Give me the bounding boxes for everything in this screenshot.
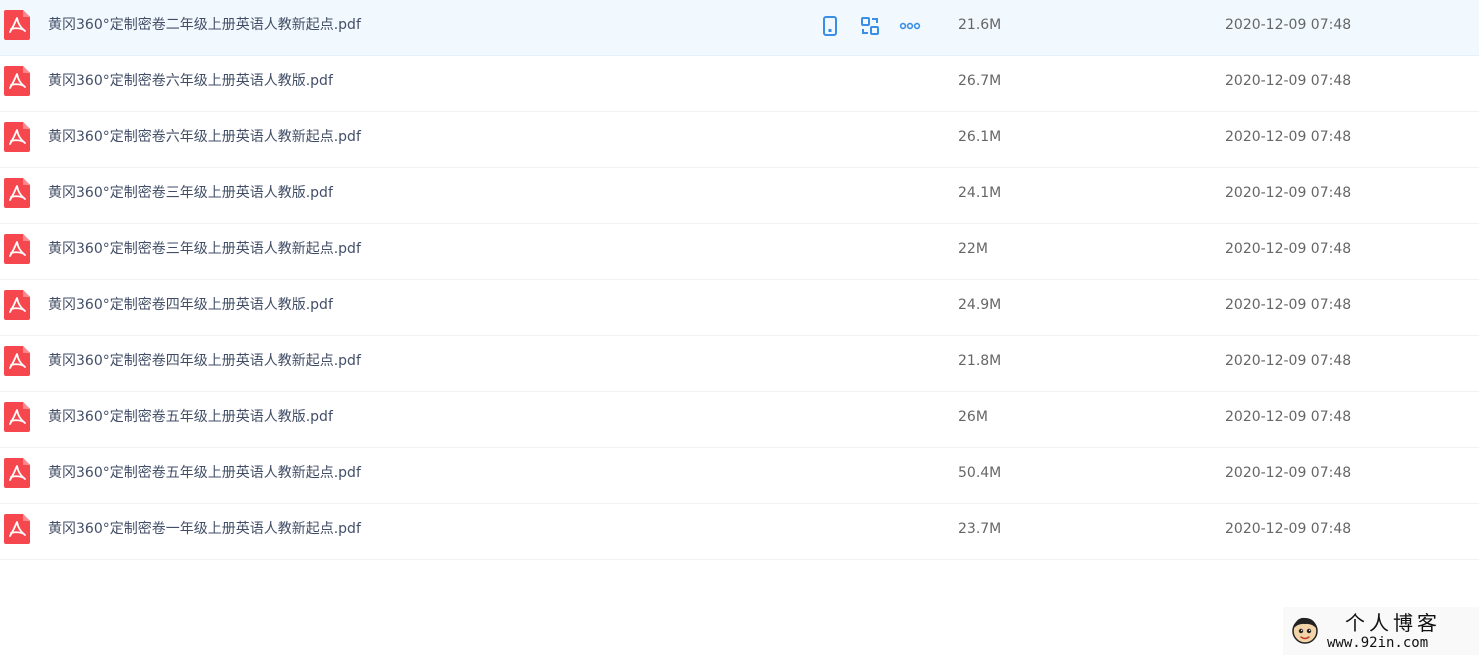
pdf-file-icon <box>4 458 30 488</box>
file-size: 26.1M <box>958 129 1002 145</box>
file-size: 23.7M <box>958 521 1002 537</box>
file-name[interactable]: 黄冈360°定制密卷五年级上册英语人教版.pdf <box>48 392 333 443</box>
file-row[interactable]: 黄冈360°定制密卷四年级上册英语人教版.pdf 24.9M 2020-12-0… <box>0 280 1479 336</box>
file-name[interactable]: 黄冈360°定制密卷五年级上册英语人教新起点.pdf <box>48 448 361 499</box>
watermark-title: 个人博客 <box>1345 611 1441 635</box>
file-size: 22M <box>958 241 988 257</box>
file-name[interactable]: 黄冈360°定制密卷三年级上册英语人教新起点.pdf <box>48 224 361 275</box>
file-row[interactable]: 黄冈360°定制密卷一年级上册英语人教新起点.pdf 23.7M 2020-12… <box>0 504 1479 560</box>
send-to-phone-button[interactable] <box>818 14 842 38</box>
file-size: 50.4M <box>958 465 1002 481</box>
file-size: 24.1M <box>958 185 1002 201</box>
file-date: 2020-12-09 07:48 <box>1225 465 1352 481</box>
file-row[interactable]: 黄冈360°定制密卷三年级上册英语人教版.pdf 24.1M 2020-12-0… <box>0 168 1479 224</box>
file-row[interactable]: 黄冈360°定制密卷四年级上册英语人教新起点.pdf 21.8M 2020-12… <box>0 336 1479 392</box>
file-row[interactable]: 黄冈360°定制密卷六年级上册英语人教新起点.pdf 26.1M 2020-12… <box>0 112 1479 168</box>
pdf-file-icon <box>4 402 30 432</box>
file-date: 2020-12-09 07:48 <box>1225 17 1352 33</box>
file-name[interactable]: 黄冈360°定制密卷四年级上册英语人教版.pdf <box>48 280 333 331</box>
pdf-file-icon <box>4 66 30 96</box>
share-button[interactable] <box>858 14 882 38</box>
file-date: 2020-12-09 07:48 <box>1225 353 1352 369</box>
file-row[interactable]: 黄冈360°定制密卷五年级上册英语人教版.pdf 26M 2020-12-09 … <box>0 392 1479 448</box>
more-button[interactable] <box>898 14 922 38</box>
file-row[interactable]: 黄冈360°定制密卷五年级上册英语人教新起点.pdf 50.4M 2020-12… <box>0 448 1479 504</box>
pdf-file-icon <box>4 122 30 152</box>
file-size: 21.6M <box>958 17 1002 33</box>
pdf-file-icon <box>4 290 30 320</box>
blog-watermark: 个人博客 www.92in.com <box>1283 607 1479 655</box>
file-date: 2020-12-09 07:48 <box>1225 521 1352 537</box>
pdf-file-icon <box>4 178 30 208</box>
file-row[interactable]: 黄冈360°定制密卷三年级上册英语人教新起点.pdf 22M 2020-12-0… <box>0 224 1479 280</box>
file-name[interactable]: 黄冈360°定制密卷三年级上册英语人教版.pdf <box>48 168 333 219</box>
file-size: 24.9M <box>958 297 1002 313</box>
share-link-icon <box>861 17 879 35</box>
file-date: 2020-12-09 07:48 <box>1225 73 1352 89</box>
pdf-file-icon <box>4 234 30 264</box>
file-size: 26.7M <box>958 73 1002 89</box>
file-row[interactable]: 黄冈360°定制密卷二年级上册英语人教新起点.pdf 21.6M 2020-12… <box>0 0 1479 56</box>
file-list: 黄冈360°定制密卷二年级上册英语人教新起点.pdf 21.6M 2020-12… <box>0 0 1479 560</box>
file-size: 26M <box>958 409 988 425</box>
file-name[interactable]: 黄冈360°定制密卷六年级上册英语人教新起点.pdf <box>48 112 361 163</box>
cartoon-face-icon <box>1292 617 1318 644</box>
file-name[interactable]: 黄冈360°定制密卷二年级上册英语人教新起点.pdf <box>48 0 361 51</box>
pdf-file-icon <box>4 346 30 376</box>
file-name[interactable]: 黄冈360°定制密卷六年级上册英语人教版.pdf <box>48 56 333 107</box>
file-name[interactable]: 黄冈360°定制密卷四年级上册英语人教新起点.pdf <box>48 336 361 387</box>
more-icon <box>899 22 921 30</box>
file-date: 2020-12-09 07:48 <box>1225 297 1352 313</box>
file-name[interactable]: 黄冈360°定制密卷一年级上册英语人教新起点.pdf <box>48 504 361 555</box>
pdf-file-icon <box>4 514 30 544</box>
file-size: 21.8M <box>958 353 1002 369</box>
file-date: 2020-12-09 07:48 <box>1225 129 1352 145</box>
row-actions <box>818 14 922 38</box>
file-row[interactable]: 黄冈360°定制密卷六年级上册英语人教版.pdf 26.7M 2020-12-0… <box>0 56 1479 112</box>
phone-icon <box>823 16 837 36</box>
watermark-url: www.92in.com <box>1327 635 1429 651</box>
file-date: 2020-12-09 07:48 <box>1225 185 1352 201</box>
pdf-file-icon <box>4 10 30 40</box>
file-date: 2020-12-09 07:48 <box>1225 409 1352 425</box>
file-date: 2020-12-09 07:48 <box>1225 241 1352 257</box>
